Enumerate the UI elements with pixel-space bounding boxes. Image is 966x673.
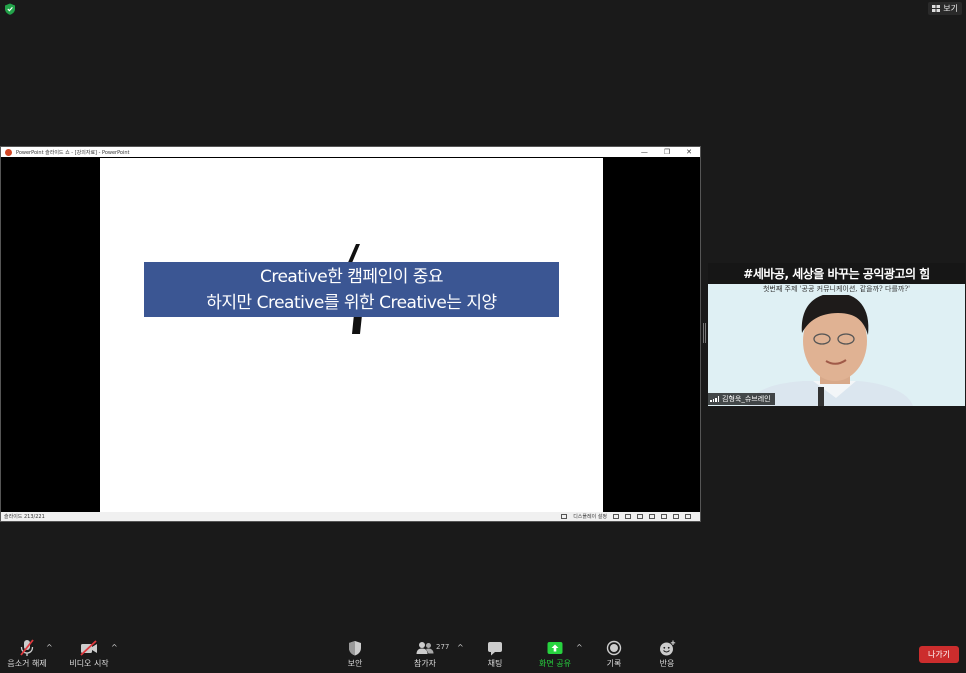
ppt-status-bar: 슬라이드 213/221 디스플레이 설정 bbox=[1, 512, 700, 521]
powerpoint-logo-icon bbox=[5, 148, 12, 156]
reactions-button[interactable]: 반응 bbox=[653, 639, 681, 669]
record-label: 기록 bbox=[606, 659, 622, 668]
video-banner-title: #세바공, 세상을 바꾸는 공익광고의 힘 bbox=[708, 263, 965, 285]
security-label: 보안 bbox=[347, 659, 363, 668]
slide-headline-line1: Creative한 캠페인이 중요 bbox=[259, 267, 444, 287]
participant-name: 김형욱_슈브레인 bbox=[722, 395, 771, 403]
security-button[interactable]: 보안 bbox=[340, 639, 370, 669]
video-camera-off-icon bbox=[80, 640, 97, 656]
reading-view-icon[interactable] bbox=[673, 514, 679, 519]
close-button[interactable]: ✕ bbox=[686, 148, 692, 156]
participants-count: 277 bbox=[436, 643, 450, 651]
start-video-button[interactable]: 비디오 시작 bbox=[68, 639, 110, 669]
share-screen-icon bbox=[547, 642, 563, 654]
chat-bubble-icon bbox=[488, 641, 502, 655]
restore-button[interactable]: ❐ bbox=[664, 148, 670, 156]
slide-headline-line2: 하지만 Creative를 위한 Creative는 지양 bbox=[206, 293, 497, 313]
ppt-window-title: PowerPoint 슬라이드 쇼 - [강의자료] - PowerPoint bbox=[16, 149, 130, 156]
record-icon[interactable] bbox=[613, 514, 619, 519]
participant-name-tag: 김형욱_슈브레인 bbox=[708, 393, 775, 405]
leave-button[interactable]: 나가기 bbox=[919, 646, 959, 663]
minimize-button[interactable]: — bbox=[641, 148, 648, 156]
security-icon bbox=[349, 641, 361, 656]
view-label: 보기 bbox=[943, 4, 958, 13]
record-button[interactable]: 기록 bbox=[600, 639, 628, 669]
participants-label: 참가자 bbox=[413, 659, 437, 668]
reactions-label: 반응 bbox=[659, 659, 675, 668]
video-banner-subtitle: 첫번째 주제 '공공 커뮤니케이션, 같을까? 다를까?' bbox=[708, 284, 965, 295]
unmute-button[interactable]: 음소거 해제 bbox=[6, 639, 48, 669]
reaction-emoji-icon bbox=[659, 640, 675, 655]
view-button[interactable]: 보기 bbox=[928, 2, 962, 15]
panel-resize-handle[interactable] bbox=[703, 323, 706, 343]
signal-strength-icon bbox=[710, 396, 719, 402]
meeting-toolbar: 음소거 해제 ^ 비디오 시작 ^ 보안 참가자 277 ^ 채팅 화면 공유 … bbox=[0, 633, 966, 673]
chat-label: 채팅 bbox=[487, 659, 503, 668]
share-screen-label: 화면 공유 bbox=[539, 659, 571, 668]
participants-icon bbox=[416, 642, 434, 654]
share-options-caret[interactable]: ^ bbox=[576, 643, 583, 652]
shared-screen-powerpoint: PowerPoint 슬라이드 쇼 - [강의자료] - PowerPoint … bbox=[0, 146, 701, 522]
microphone-muted-icon bbox=[20, 639, 34, 656]
slide-canvas: Creative한 캠페인이 중요 하지만 Creative를 위한 Creat… bbox=[100, 158, 603, 512]
ppt-title-bar: PowerPoint 슬라이드 쇼 - [강의자료] - PowerPoint … bbox=[1, 147, 700, 157]
share-screen-button[interactable]: 화면 공유 bbox=[535, 639, 575, 669]
unmute-label: 음소거 해제 bbox=[7, 659, 47, 668]
chat-button[interactable]: 채팅 bbox=[480, 639, 510, 669]
slide-counter: 슬라이드 213/221 bbox=[4, 514, 45, 520]
zoom-meeting-window: 보기 PowerPoint 슬라이드 쇼 - [강의자료] - PowerPoi… bbox=[0, 0, 966, 673]
play-icon[interactable] bbox=[637, 514, 643, 519]
security-shield-icon[interactable] bbox=[4, 3, 16, 15]
slide-headline-box: Creative한 캠페인이 중요 하지만 Creative를 위한 Creat… bbox=[144, 262, 559, 317]
record-icon bbox=[606, 640, 622, 656]
video-options-caret[interactable]: ^ bbox=[111, 643, 118, 652]
display-settings-icon[interactable] bbox=[561, 514, 568, 519]
grid-view-icon bbox=[932, 5, 941, 12]
notes-icon[interactable] bbox=[625, 514, 631, 519]
display-settings-label[interactable]: 디스플레이 설정 bbox=[573, 513, 607, 520]
normal-view-icon[interactable] bbox=[649, 514, 655, 519]
slide-sorter-icon[interactable] bbox=[661, 514, 667, 519]
participants-options-caret[interactable]: ^ bbox=[457, 643, 464, 652]
speaker-video-tile[interactable]: #세바공, 세상을 바꾸는 공익광고의 힘 첫번째 주제 '공공 커뮤니케이션,… bbox=[708, 263, 965, 406]
audio-options-caret[interactable]: ^ bbox=[46, 643, 53, 652]
slideshow-icon[interactable] bbox=[685, 514, 691, 519]
start-video-label: 비디오 시작 bbox=[69, 659, 109, 668]
